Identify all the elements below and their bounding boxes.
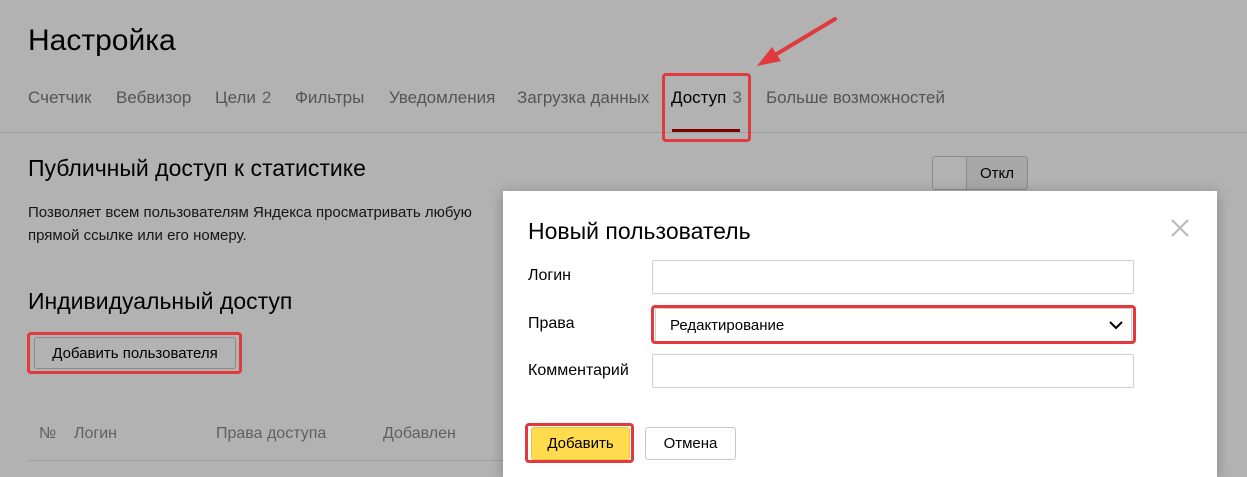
cancel-button[interactable]: Отмена bbox=[645, 427, 736, 460]
login-input[interactable] bbox=[652, 260, 1134, 294]
comment-input[interactable] bbox=[652, 354, 1134, 388]
new-user-dialog: Новый пользователь Логин Права Редактиро… bbox=[503, 191, 1217, 477]
dialog-title: Новый пользователь bbox=[528, 218, 751, 244]
close-icon[interactable] bbox=[1169, 217, 1191, 239]
settings-page: Настройка Счетчик Вебвизор Цели 2 Фильтры… bbox=[0, 0, 1247, 477]
rights-select-value: Редактирование bbox=[670, 316, 785, 334]
comment-label: Комментарий bbox=[528, 362, 629, 379]
login-label: Логин bbox=[528, 267, 572, 284]
rights-label: Права bbox=[528, 315, 575, 332]
chevron-down-icon bbox=[1109, 321, 1123, 330]
add-button[interactable]: Добавить bbox=[531, 427, 630, 460]
rights-select[interactable]: Редактирование bbox=[655, 308, 1132, 342]
